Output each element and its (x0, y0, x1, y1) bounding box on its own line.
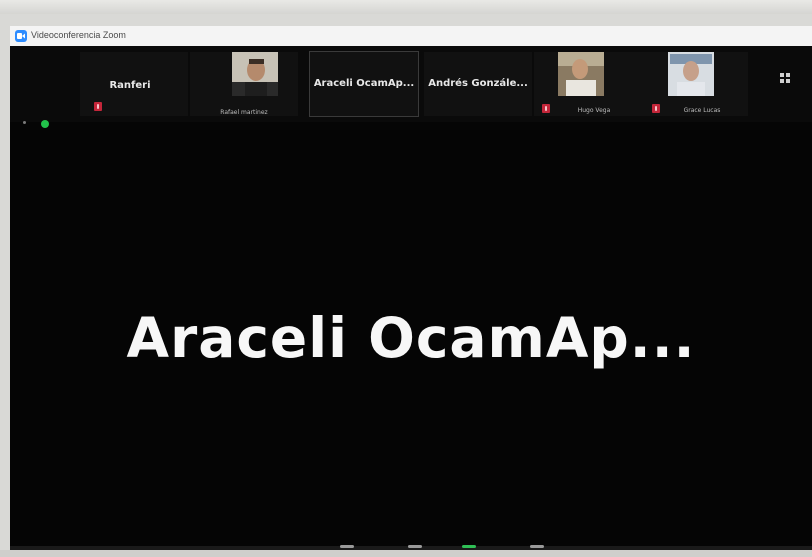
toolbar-icon[interactable] (462, 545, 476, 548)
participant-name: Araceli OcamAp... (313, 78, 415, 89)
status-dot (23, 121, 26, 124)
participant-tile-grace[interactable]: Grace Lucas (640, 52, 748, 116)
meeting-window: Videoconferencia Zoom Ranferi Rafael mar… (10, 26, 812, 550)
participant-tile-hugo[interactable]: Hugo Vega (534, 52, 642, 116)
participant-caption: Hugo Vega (577, 107, 611, 114)
gallery-view-icon[interactable] (780, 68, 790, 83)
toolbar-icon[interactable] (340, 545, 354, 548)
participant-caption: Grace Lucas (683, 107, 721, 114)
participant-name: Andrés Gonzále... (428, 78, 528, 89)
photo-frame-bottom (0, 550, 812, 557)
muted-microphone-icon (94, 102, 102, 111)
active-speaker-name: Araceli OcamAp... (126, 306, 696, 370)
participant-tile-andres[interactable]: Andrés Gonzále... (424, 52, 532, 116)
toolbar-icon[interactable] (530, 545, 544, 548)
participant-video (668, 52, 714, 96)
window-titlebar: Videoconferencia Zoom (10, 26, 812, 47)
participant-tile-araceli[interactable]: Araceli OcamAp... (309, 51, 419, 117)
participant-video (232, 52, 278, 96)
zoom-app-icon (15, 30, 27, 42)
connection-status-icon (41, 120, 49, 128)
photo-frame-top (0, 0, 812, 14)
window-title: Videoconferencia Zoom (31, 30, 126, 40)
participant-tile-ranferi[interactable]: Ranferi (80, 52, 188, 116)
participant-caption: Rafael martinez (220, 109, 268, 116)
toolbar-icon[interactable] (408, 545, 422, 548)
participant-tile-rafael[interactable]: Rafael martinez (190, 52, 298, 116)
participant-name: Ranferi (109, 80, 151, 91)
participant-strip: Ranferi Rafael martinez Araceli OcamAp..… (10, 46, 812, 122)
participant-video (558, 52, 604, 96)
